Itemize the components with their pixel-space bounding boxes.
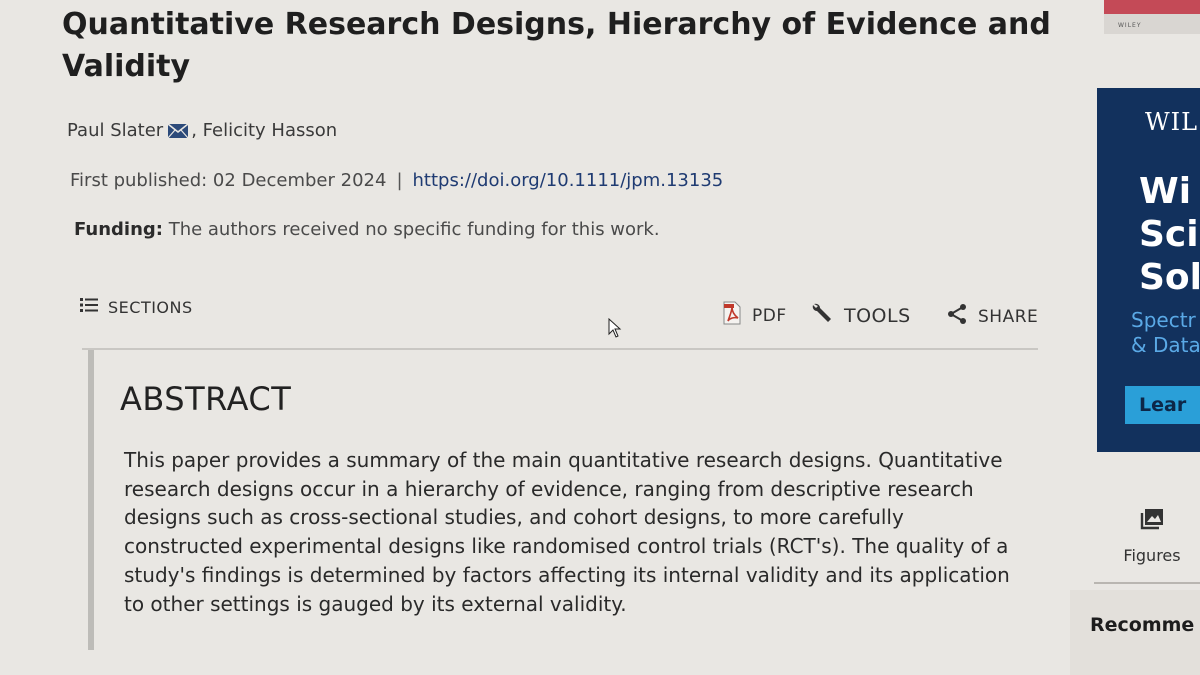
mouse-cursor-icon (608, 317, 622, 342)
pdf-icon (722, 301, 742, 330)
envelope-icon[interactable] (167, 123, 189, 144)
abstract-accent-bar (88, 350, 94, 650)
funding-label: Funding: (74, 219, 163, 240)
abstract-line: constructed experimental designs like ra… (124, 534, 1009, 559)
share-icon (946, 303, 968, 330)
funding-statement: Funding: The authors received no specifi… (74, 219, 660, 240)
abstract-line: designs such as cross-sectional studies,… (124, 505, 904, 530)
abstract-line: study's findings is determined by factor… (124, 562, 1010, 587)
tools-button[interactable]: TOOLS (810, 301, 911, 330)
ad-headline-line: Sol (1139, 257, 1200, 298)
recommended-heading: Recomme (1090, 614, 1195, 636)
abstract-body: This paper provides a summary of the mai… (124, 446, 1024, 618)
ad-headline-line: Wi (1139, 171, 1192, 212)
ad-sub-line: Spectr (1131, 308, 1196, 332)
share-button[interactable]: SHARE (946, 303, 1038, 330)
funding-text: The authors received no specific funding… (162, 219, 660, 240)
pdf-label: PDF (752, 305, 787, 326)
figures-label: Figures (1123, 546, 1181, 565)
image-icon (1112, 508, 1192, 534)
tools-label: TOOLS (844, 304, 911, 327)
ad-learn-more-button[interactable]: Lear (1125, 386, 1200, 424)
abstract-line: research designs occur in a hierarchy of… (124, 476, 974, 501)
share-label: SHARE (978, 306, 1039, 327)
ad-brand-logo: WIL (1145, 108, 1199, 136)
publication-info: First published: 02 December 2024 | https:… (70, 170, 723, 191)
article-toolbar: SECTIONS PDF TOOLS SHARE (80, 295, 1040, 335)
sections-label: SECTIONS (108, 297, 193, 317)
author-link[interactable]: , Felicity Hasson (191, 120, 337, 141)
list-icon (80, 297, 98, 317)
sidebar-advertisement[interactable]: WIL Wi Sci Sol Spectr & Data Lear (1097, 88, 1200, 452)
abstract-line: This paper provides a summary of the mai… (124, 448, 1003, 472)
ad-thumbnail-banner (1104, 0, 1200, 14)
ad-sub-line: & Data (1131, 333, 1200, 357)
wrench-icon (810, 301, 834, 330)
author-link[interactable]: Paul Slater (67, 120, 163, 141)
top-ad-thumbnail[interactable]: WILEY (1104, 0, 1200, 34)
pdf-button[interactable]: PDF (722, 301, 787, 330)
separator: | (396, 170, 403, 191)
ad-headline-line: Sci (1139, 214, 1199, 255)
sections-button[interactable]: SECTIONS (80, 297, 193, 317)
article-title: Quantitative Research Designs, Hierarchy… (62, 7, 1051, 84)
sidebar-divider (1094, 582, 1200, 584)
toolbar-divider (82, 348, 1038, 350)
article-main: Quantitative Research Designs, Hierarchy… (0, 0, 1090, 675)
abstract-heading: ABSTRACT (120, 380, 292, 418)
figures-button[interactable]: Figures (1112, 508, 1192, 565)
ad-thumbnail-tag: WILEY (1118, 22, 1142, 29)
ad-headline: Wi Sci Sol (1139, 170, 1200, 299)
first-published: First published: 02 December 2024 (70, 170, 387, 191)
author-list: Paul Slater , Felicity Hasson (67, 120, 337, 144)
doi-link[interactable]: https://doi.org/10.1111/jpm.13135 (413, 170, 724, 191)
ad-subheadline: Spectr & Data (1131, 308, 1200, 358)
abstract-line: to other settings is gauged by its exter… (124, 591, 627, 616)
